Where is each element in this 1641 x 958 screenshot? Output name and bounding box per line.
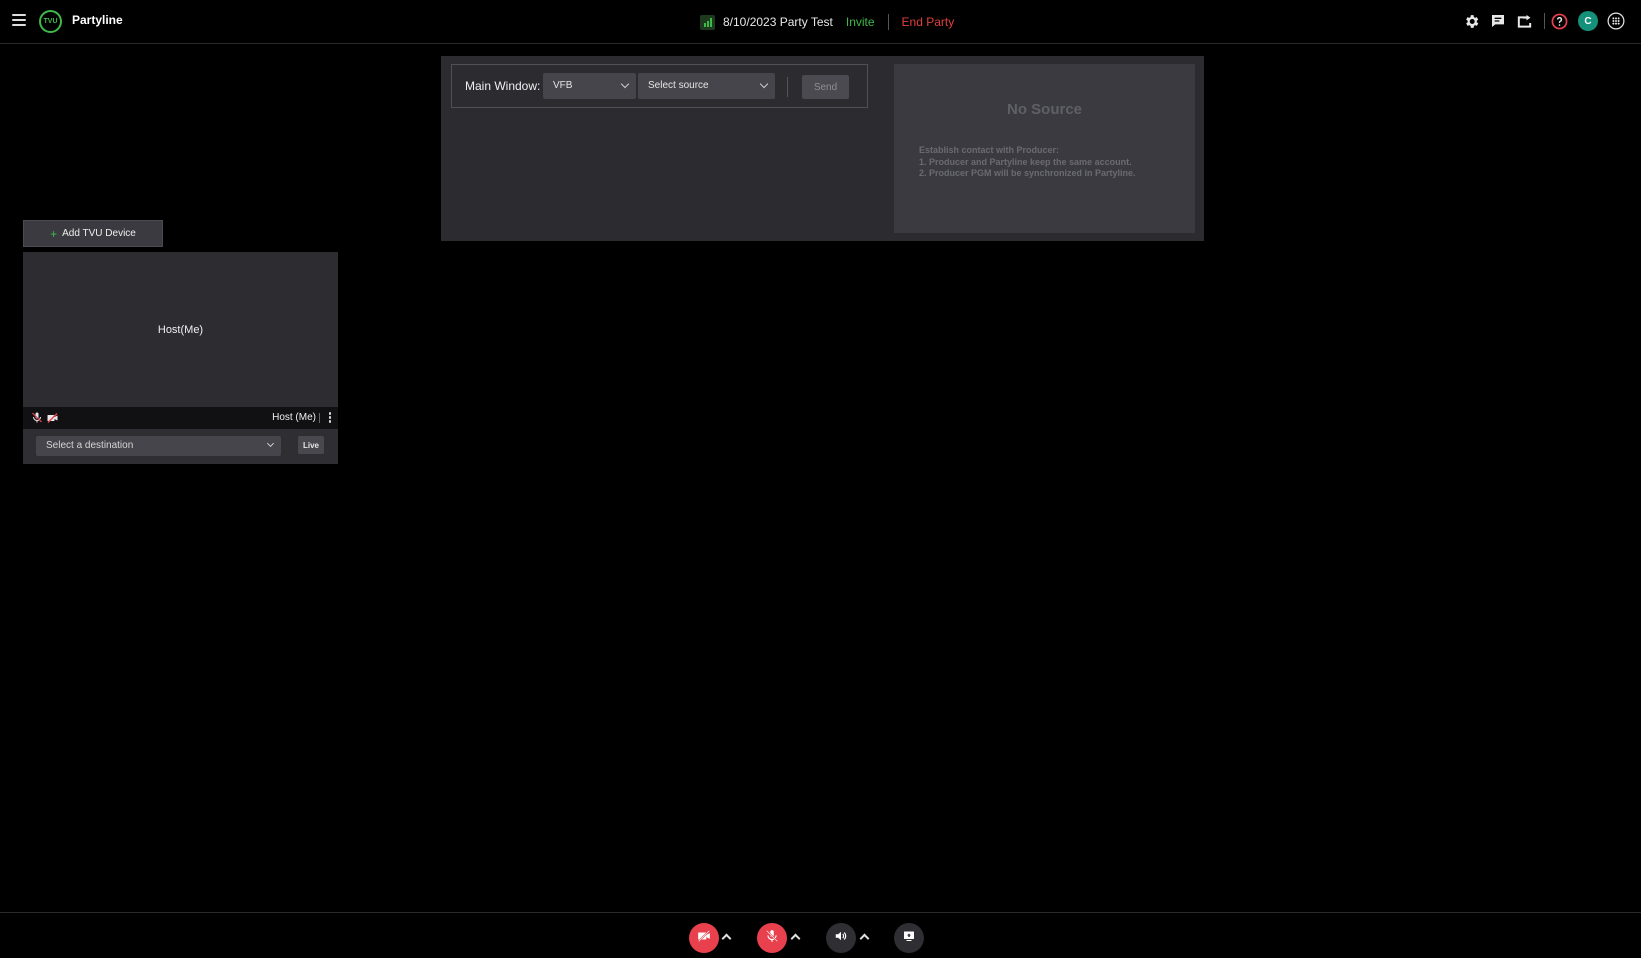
platform-select[interactable]: VFB: [543, 73, 636, 99]
chat-icon[interactable]: [1488, 11, 1508, 31]
mic-off-icon[interactable]: [31, 411, 43, 429]
avatar[interactable]: C: [1578, 11, 1598, 31]
party-name: 8/10/2023 Party Test: [723, 15, 833, 29]
speaker-button[interactable]: [826, 923, 856, 953]
camera-off-icon: [696, 929, 712, 948]
platform-select-value: VFB: [553, 80, 573, 91]
main-window-panel: Main Window: VFB Select source Send No S…: [441, 56, 1204, 241]
add-device-label: Add TVU Device: [62, 228, 136, 239]
main-window-label: Main Window:: [465, 79, 541, 93]
speaker-options-caret[interactable]: [859, 933, 870, 944]
instruction-line: 2. Producer PGM will be synchronized in …: [919, 168, 1136, 178]
gear-icon[interactable]: [1461, 11, 1481, 31]
preview-area: No Source Establish contact with Produce…: [894, 64, 1195, 233]
destination-placeholder: Select a destination: [46, 440, 134, 451]
invite-link[interactable]: Invite: [846, 15, 875, 29]
tvu-logo: TVU: [39, 10, 62, 33]
help-icon[interactable]: [1549, 11, 1569, 31]
live-button[interactable]: Live: [298, 436, 324, 454]
bottom-controls-bar: [0, 912, 1641, 958]
mic-toggle-button[interactable]: [757, 923, 787, 953]
send-button[interactable]: Send: [802, 75, 849, 99]
destination-select[interactable]: Select a destination: [36, 436, 281, 456]
screen-share-icon: [902, 929, 916, 947]
camera-off-icon[interactable]: [46, 411, 59, 429]
more-options-icon[interactable]: [328, 412, 332, 424]
chevron-down-icon: [266, 439, 275, 448]
toolbar-divider: [1544, 13, 1545, 29]
camera-options-caret[interactable]: [721, 933, 732, 944]
instruction-line: Establish contact with Producer:: [919, 145, 1060, 155]
add-tvu-device-button[interactable]: + Add TVU Device: [23, 220, 163, 247]
device-card: Host(Me) Host (Me) Select a destination …: [23, 252, 338, 464]
chevron-down-icon: [759, 79, 769, 89]
signal-strength-icon: [700, 14, 715, 30]
share-screen-icon[interactable]: [1514, 11, 1534, 31]
chevron-down-icon: [620, 79, 630, 89]
top-bar: TVU Partyline 8/10/2023 Party Test Invit…: [0, 0, 1641, 44]
camera-toggle-button[interactable]: [689, 923, 719, 953]
controls-divider: [787, 77, 788, 97]
device-status-bar: Host (Me): [23, 407, 338, 429]
no-source-instructions: Establish contact with Producer: 1. Prod…: [919, 145, 1136, 180]
device-video-label: Host(Me): [157, 323, 204, 336]
main-window-controls: Main Window: VFB Select source Send: [451, 64, 868, 108]
device-video: Host(Me): [23, 252, 338, 407]
bar-divider: [319, 413, 320, 423]
end-party-link[interactable]: End Party: [902, 15, 955, 29]
menu-icon[interactable]: [12, 14, 26, 26]
source-select[interactable]: Select source: [638, 73, 775, 99]
speaker-icon: [833, 929, 849, 948]
app-title: Partyline: [72, 13, 123, 27]
device-name: Host (Me): [272, 412, 316, 423]
no-source-title: No Source: [1006, 101, 1082, 118]
party-header: 8/10/2023 Party Test Invite End Party: [700, 12, 954, 32]
instruction-line: 1. Producer and Partyline keep the same …: [919, 156, 1132, 167]
mic-off-icon: [765, 928, 779, 949]
source-select-placeholder: Select source: [648, 80, 709, 91]
screen-share-button[interactable]: [894, 923, 924, 953]
plus-icon: +: [50, 226, 58, 241]
mic-options-caret[interactable]: [790, 933, 801, 944]
header-divider: [887, 14, 889, 30]
apps-grid-icon[interactable]: [1606, 11, 1626, 31]
